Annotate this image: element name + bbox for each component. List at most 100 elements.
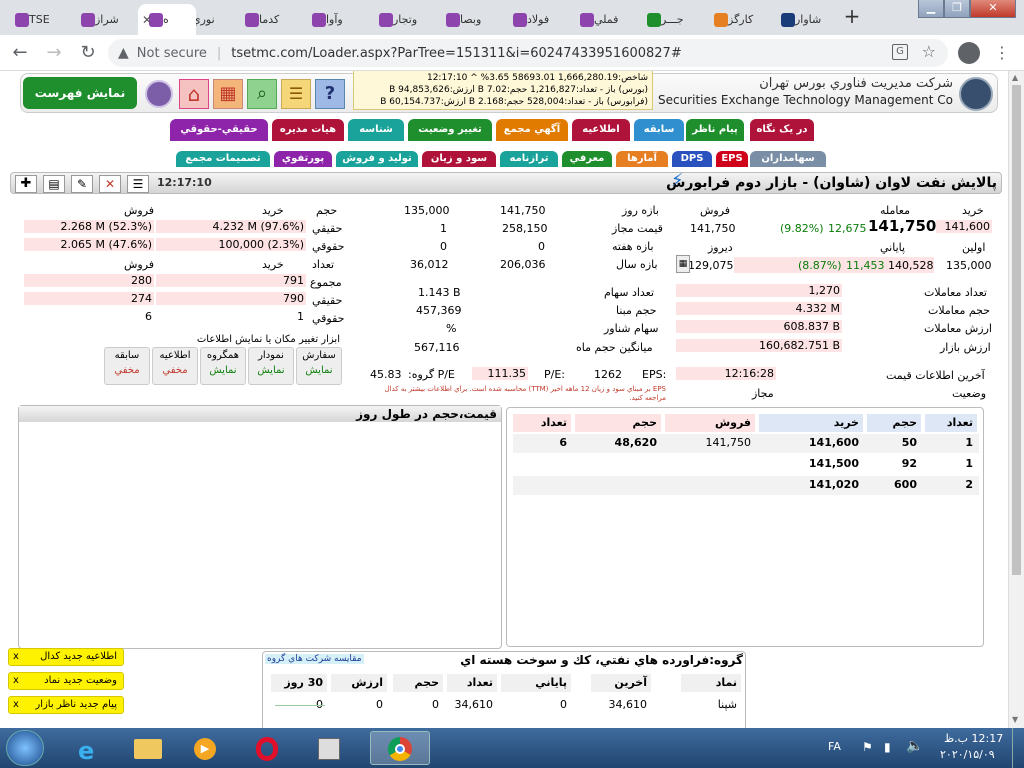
- chart-icon[interactable]: ✕: [99, 175, 121, 193]
- menu-tab[interactable]: توليد و فروش: [336, 151, 418, 167]
- menu-tab[interactable]: آگهي مجمع: [496, 119, 568, 141]
- new-tab-button[interactable]: +: [838, 5, 866, 29]
- menu-tab[interactable]: پورتفوي: [274, 151, 332, 167]
- notice-button[interactable]: اطلاعيه جديد کدال x: [8, 648, 124, 666]
- value-value: 608.837 B: [676, 320, 842, 333]
- browser-tab[interactable]: شاوار: [770, 4, 834, 35]
- menu-tab[interactable]: حقيقي-حقوقي: [170, 119, 268, 141]
- menu-tab[interactable]: سود و زيان: [422, 151, 496, 167]
- tool-toggle[interactable]: سابقه مخفي: [104, 347, 150, 385]
- url-text[interactable]: tsetmc.com/Loader.aspx?ParTree=151311&i=…: [231, 46, 681, 61]
- tool-state: مخفي: [162, 365, 188, 376]
- close-notice-icon[interactable]: x: [13, 649, 19, 665]
- network-icon[interactable]: ▮: [884, 740, 891, 754]
- notice-label: پيام جديد ناظر بازار: [35, 699, 117, 710]
- home-icon[interactable]: ⌂: [179, 79, 209, 109]
- close-notice-icon[interactable]: x: [13, 673, 19, 689]
- order-book-header: فروش: [665, 414, 755, 432]
- menu-tab[interactable]: آمارها: [616, 151, 668, 167]
- url-separator: |: [216, 45, 222, 61]
- menu-tab[interactable]: ترازنامه: [500, 151, 558, 167]
- browser-tab[interactable]: کدما: [234, 4, 298, 35]
- menu-tab[interactable]: DPS: [672, 151, 712, 167]
- chat-icon[interactable]: ☰: [281, 79, 311, 109]
- menu-tab[interactable]: سهامداران: [750, 151, 826, 167]
- scroll-thumb[interactable]: [1012, 85, 1021, 575]
- clock-time[interactable]: 12:17 ب.ظ: [944, 732, 1003, 745]
- volume-label: حجم معاملات: [928, 304, 991, 317]
- language-indicator[interactable]: FA: [828, 740, 841, 753]
- profile-icon[interactable]: [958, 42, 980, 64]
- back-icon[interactable]: ←: [8, 41, 32, 65]
- calculator-icon[interactable]: ▦: [213, 79, 243, 109]
- document-icon[interactable]: ▤: [43, 175, 65, 193]
- group-header: ارزش: [331, 674, 387, 692]
- scroll-up-arrow[interactable]: ▲: [1012, 73, 1018, 82]
- vertical-scrollbar[interactable]: ▲ ▼: [1008, 71, 1024, 728]
- notification-icon[interactable]: ⚑: [862, 740, 873, 754]
- help-icon[interactable]: ?: [315, 79, 345, 109]
- browser-tab[interactable]: وآوا: [301, 4, 365, 35]
- menu-tab[interactable]: هيات مديره: [272, 119, 344, 141]
- close-tab-icon[interactable]: ✕: [142, 13, 152, 27]
- minimize-button[interactable]: ▁: [918, 0, 944, 18]
- browser-tab[interactable]: TSE: [4, 4, 66, 35]
- browser-tab[interactable]: وتجار: [368, 4, 432, 35]
- star-icon[interactable]: ☆: [922, 42, 936, 61]
- media-player-icon[interactable]: ▶: [178, 731, 232, 765]
- show-list-button[interactable]: نمايش فهرست: [23, 77, 137, 109]
- eps-note: EPS بر مبناي سود و زيان 12 ماهه اخير (TT…: [384, 385, 666, 402]
- translate-icon[interactable]: G: [892, 44, 908, 60]
- range-year-icon[interactable]: ▦: [676, 255, 690, 273]
- browser-tab[interactable]: ه ✕: [138, 4, 196, 35]
- menu-tab[interactable]: در يک نگاه: [750, 119, 814, 141]
- menu-tab[interactable]: شناسه: [348, 119, 404, 141]
- forward-icon[interactable]: →: [42, 41, 66, 65]
- sum-label: مجموع: [310, 276, 342, 289]
- menu-tab[interactable]: EPS: [716, 151, 748, 167]
- start-button[interactable]: [6, 730, 44, 766]
- explorer-icon[interactable]: [120, 731, 174, 765]
- browser-tab[interactable]: فملي: [569, 4, 633, 35]
- maximize-button[interactable]: ❐: [944, 0, 970, 18]
- tool-toggle[interactable]: نمودار نمايش: [248, 347, 294, 385]
- group-compare-link[interactable]: مقايسه شرکت هاي گروه: [265, 654, 364, 664]
- menu-tab[interactable]: تصميمات مجمع: [176, 151, 270, 167]
- notice-button[interactable]: وضعيت جديد نماد x: [8, 672, 124, 690]
- menu-tab[interactable]: پيام ناظر: [686, 119, 744, 141]
- close-notice-icon[interactable]: x: [13, 697, 19, 713]
- show-desktop-button[interactable]: [1012, 728, 1024, 768]
- opera-icon[interactable]: [240, 731, 294, 765]
- url-field[interactable]: ▲ Not secure | tsetmc.com/Loader.aspx?Pa…: [108, 39, 948, 67]
- globe-icon[interactable]: [145, 80, 173, 108]
- menu-tab[interactable]: تغيير وضعيت: [408, 119, 492, 141]
- tool-toggle[interactable]: اطلاعيه مخفي: [152, 347, 198, 385]
- browser-tab[interactable]: وبصا: [435, 4, 499, 35]
- menu-tab[interactable]: سابقه: [634, 119, 684, 141]
- list-icon[interactable]: ☰: [127, 175, 149, 193]
- ie-icon[interactable]: e: [62, 731, 116, 765]
- menu-icon[interactable]: ⋮: [994, 41, 1010, 65]
- chrome-icon[interactable]: [370, 731, 430, 765]
- menu-tab[interactable]: اطلاعيه: [572, 119, 630, 141]
- edit-icon[interactable]: ✎: [71, 175, 93, 193]
- sparkline: [275, 690, 325, 706]
- reload-icon[interactable]: ↻: [76, 41, 100, 65]
- browser-tab[interactable]: شراز: [70, 4, 134, 35]
- notice-button[interactable]: پيام جديد ناظر بازار x: [8, 696, 124, 714]
- add-icon[interactable]: ✚: [15, 175, 37, 193]
- search-icon[interactable]: ⌕: [247, 79, 277, 109]
- volume-icon[interactable]: 🔈: [906, 738, 923, 754]
- calculator-app-icon[interactable]: [302, 731, 356, 765]
- tool-toggle[interactable]: همگروه نمايش: [200, 347, 246, 385]
- tool-toggle[interactable]: سفارش نمايش: [296, 347, 342, 385]
- warning-icon[interactable]: ▲: [118, 45, 129, 61]
- browser-tab[interactable]: کارگز: [703, 4, 767, 35]
- clock-date[interactable]: ۲۰۲۰/۱۵/۰۹: [940, 748, 995, 761]
- browser-tab[interactable]: جـــر: [636, 4, 700, 35]
- org-name-fa: شرکت مديريت فناوري بورس تهران: [759, 76, 953, 91]
- close-window-button[interactable]: ✕: [970, 0, 1016, 18]
- scroll-down-arrow[interactable]: ▼: [1012, 715, 1018, 724]
- menu-tab[interactable]: معرفي: [562, 151, 612, 167]
- browser-tab[interactable]: فولاد: [502, 4, 566, 35]
